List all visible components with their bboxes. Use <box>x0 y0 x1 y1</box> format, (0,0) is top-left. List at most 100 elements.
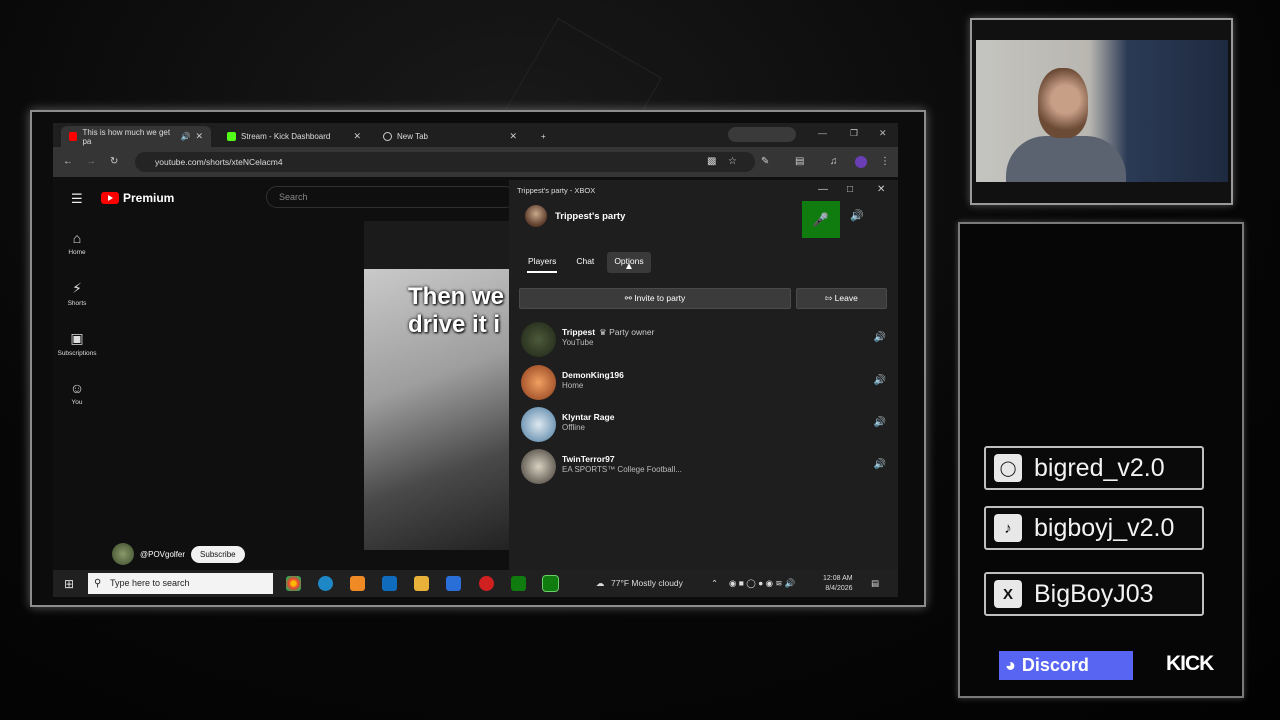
tiktok-handle: ♪ bigboyj_v2.0 <box>984 506 1204 550</box>
minimize-icon[interactable]: — <box>818 184 828 195</box>
party-member-row[interactable]: Klyntar Rage Offline 🔊 <box>521 407 886 445</box>
party-volume-icon[interactable]: 🔊 <box>850 209 864 222</box>
caption-line-2: drive it i <box>408 311 501 338</box>
webcam-feed <box>976 40 1228 182</box>
hamburger-menu-icon[interactable]: ☰ <box>71 191 83 207</box>
shorts-video-player[interactable]: Then we drive it i <box>364 221 509 550</box>
forward-icon[interactable]: → <box>86 156 96 167</box>
leave-icon: ⇰ <box>825 293 833 303</box>
close-window-icon[interactable]: ✕ <box>879 128 887 139</box>
media-icon[interactable]: ♫ <box>830 156 838 167</box>
discord-text: Discord <box>1021 655 1089 675</box>
new-tab-icon[interactable]: + <box>533 126 554 147</box>
windows-start-icon[interactable]: ⊞ <box>64 577 74 591</box>
member-volume-icon[interactable]: 🔊 <box>874 332 886 343</box>
nav-label: Shorts <box>67 300 87 307</box>
subscribe-button[interactable]: Subscribe <box>191 545 245 563</box>
member-status: Offline <box>562 423 585 432</box>
member-status: YouTube <box>562 338 594 347</box>
weather-text[interactable]: 77°F Mostly cloudy <box>611 578 683 588</box>
browser-tab-kick[interactable]: Stream - Kick Dashboard ✕ <box>219 126 369 147</box>
gemini-button[interactable] <box>728 127 796 142</box>
tray-chevron-icon[interactable]: ⌃ <box>711 578 718 589</box>
party-window-title: Trippest's party - XBOX <box>517 186 596 195</box>
taskbar-clock[interactable]: 12:08 AM 8/4/2026 <box>823 574 853 594</box>
member-volume-icon[interactable]: 🔊 <box>874 417 886 428</box>
profile-avatar[interactable] <box>855 156 867 168</box>
party-member-row[interactable]: DemonKing196 Home 🔊 <box>521 365 886 403</box>
clock-date: 8/4/2026 <box>825 585 853 592</box>
nav-label: Subscriptions <box>57 350 97 357</box>
home-icon: ⌂ <box>72 230 82 246</box>
party-member-row[interactable]: TwinTerror97 EA SPORTS™ College Football… <box>521 449 886 487</box>
xbox-party-window: Trippest's party - XBOX — □ ✕ Trippest's… <box>509 180 898 570</box>
close-tab-icon[interactable]: ✕ <box>353 131 361 142</box>
copilot-app-icon[interactable] <box>350 576 365 591</box>
invite-to-party-button[interactable]: ⚯ Invite to party <box>519 288 791 309</box>
leave-party-button[interactable]: ⇰ Leave <box>796 288 887 309</box>
menu-dots-icon[interactable]: ⋮ <box>880 156 890 167</box>
tab-chat[interactable]: Chat <box>569 252 601 273</box>
restore-icon[interactable]: □ <box>847 184 853 195</box>
tray-icons[interactable]: ◉ ■ ◯ ● ◉ ≋ 🔊 <box>729 578 796 589</box>
address-bar[interactable]: youtube.com/shorts/xteNCelacm4 <box>135 152 755 172</box>
search-icon: ⚲ <box>94 578 102 589</box>
nav-you[interactable]: ☺ You <box>53 380 101 406</box>
instagram-text: bigred_v2.0 <box>1034 453 1165 482</box>
browser-tab-youtube[interactable]: This is how much we get pa 🔊 ✕ <box>61 126 211 147</box>
instagram-handle: ◯ bigred_v2.0 <box>984 446 1204 490</box>
x-text: BigBoyJ03 <box>1034 579 1154 608</box>
xbox-party-app-icon[interactable] <box>542 575 559 592</box>
nav-subscriptions[interactable]: ▣ Subscriptions <box>53 330 101 357</box>
mouse-cursor-icon: ▲ <box>624 261 634 272</box>
file-explorer-icon[interactable] <box>414 576 429 591</box>
mic-toggle-button[interactable]: 🎤 <box>802 201 840 238</box>
channel-avatar[interactable] <box>112 543 134 565</box>
tab-label: Stream - Kick Dashboard <box>241 132 331 141</box>
edge-app-icon[interactable] <box>318 576 333 591</box>
obs-app-icon[interactable] <box>479 576 494 591</box>
browser-tab-new[interactable]: New Tab ✕ <box>375 126 525 147</box>
back-icon[interactable]: ← <box>63 156 73 167</box>
minimize-icon[interactable]: — <box>818 128 827 138</box>
close-window-icon[interactable]: ✕ <box>877 184 885 195</box>
tab-label: This is how much we get pa <box>82 127 171 146</box>
youtube-favicon-icon <box>69 132 78 141</box>
party-member-row[interactable]: Trippest ♛ Party owner YouTube 🔊 <box>521 322 886 360</box>
member-volume-icon[interactable]: 🔊 <box>874 375 886 386</box>
leave-label: Leave <box>834 293 858 303</box>
weather-icon: ☁ <box>596 578 605 588</box>
bookmark-star-icon[interactable]: ☆ <box>728 156 737 167</box>
youtube-search-input[interactable]: Search <box>266 186 516 208</box>
url-text: youtube.com/shorts/xteNCelacm4 <box>155 157 283 167</box>
member-volume-icon[interactable]: 🔊 <box>874 459 886 470</box>
close-tab-icon[interactable]: ✕ <box>195 131 203 142</box>
taskbar-search-input[interactable]: ⚲ Type here to search <box>88 573 273 594</box>
store-app-icon[interactable] <box>446 576 461 591</box>
notifications-icon[interactable]: ▤ <box>871 578 879 589</box>
youtube-logo[interactable]: Premium <box>101 191 174 205</box>
streamer-head <box>1038 68 1088 138</box>
browser-tab-strip: This is how much we get pa 🔊 ✕ Stream - … <box>53 123 898 147</box>
member-avatar <box>521 407 556 442</box>
x-handle: X BigBoyJ03 <box>984 572 1204 616</box>
tab-players[interactable]: Players <box>521 252 563 273</box>
restore-icon[interactable]: ❐ <box>850 128 858 139</box>
party-header: Trippest's party <box>525 205 625 227</box>
close-tab-icon[interactable]: ✕ <box>509 131 517 142</box>
reload-icon[interactable]: ↻ <box>110 156 118 167</box>
nav-shorts[interactable]: ⚡ Shorts <box>53 280 101 307</box>
extensions-icon[interactable]: ✎ <box>761 156 769 167</box>
invite-label: Invite to party <box>634 293 686 303</box>
chrome-app-icon[interactable] <box>286 576 301 591</box>
discord-icon: ◕ <box>1005 655 1016 675</box>
tab-search-icon[interactable]: ▤ <box>795 156 804 167</box>
cast-icon[interactable]: ▩ <box>707 156 716 167</box>
nav-home[interactable]: ⌂ Home <box>53 230 101 256</box>
channel-name[interactable]: @POVgolfer <box>140 550 185 559</box>
channel-info: @POVgolfer Subscribe <box>112 543 245 565</box>
discord-badge: ◕ Discord <box>999 651 1133 680</box>
mail-app-icon[interactable] <box>382 576 397 591</box>
xbox-app-icon[interactable] <box>511 576 526 591</box>
clock-time: 12:08 AM <box>823 575 853 582</box>
